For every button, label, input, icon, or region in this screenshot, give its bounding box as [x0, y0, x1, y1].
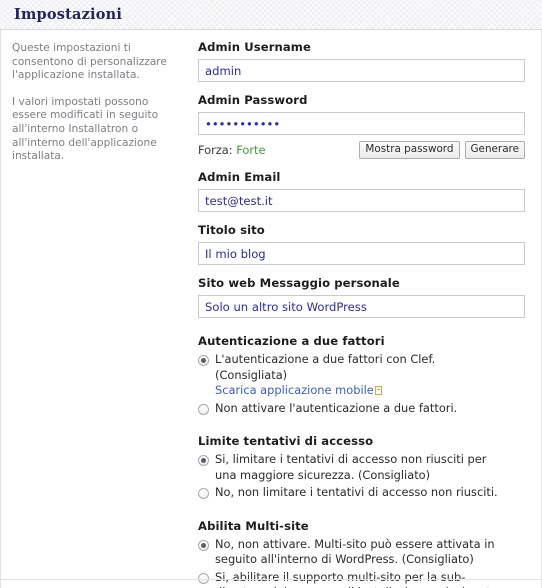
two-factor-label: Autenticazione a due fattori: [198, 334, 385, 348]
radio-icon[interactable]: [198, 539, 209, 551]
show-password-button[interactable]: Mostra password: [359, 141, 460, 159]
site-title-label: Titolo sito: [198, 223, 265, 237]
login-limit-option-yes[interactable]: Si, limitare i tentativi di accesso non …: [198, 452, 525, 483]
two-factor-option-disabled[interactable]: Non attivare l'autenticazione a due fatt…: [198, 401, 525, 417]
radio-icon[interactable]: [198, 355, 209, 366]
panel-body: Queste impostazioni ti consentono di per…: [0, 30, 542, 588]
password-strength: Forza: Forte: [198, 143, 266, 157]
login-limit-label: Limite tentativi di accesso: [198, 434, 374, 448]
broken-image-icon: [374, 386, 382, 395]
site-tagline-input[interactable]: [198, 295, 525, 318]
download-mobile-app-link-text: Scarica applicazione mobile: [215, 383, 374, 397]
two-factor-option-clef[interactable]: L'autenticazione a due fattori con Clef.…: [198, 352, 525, 399]
download-mobile-app-link[interactable]: Scarica applicazione mobile: [215, 383, 507, 399]
admin-email-label: Admin Email: [198, 170, 281, 184]
password-strength-label: Forza:: [198, 143, 233, 157]
two-factor-option-disabled-text: Non attivare l'autenticazione a due fatt…: [215, 400, 458, 415]
password-buttons: Mostra password Generare: [359, 141, 525, 159]
password-strength-row: Forza: Forte Mostra password Generare: [198, 141, 525, 159]
settings-panel: Impostazioni Queste impostazioni ti cons…: [0, 0, 542, 588]
multisite-label: Abilita Multi-site: [198, 518, 309, 533]
admin-username-label: Admin Username: [198, 40, 311, 54]
settings-form: Admin Username Admin Password Forza: For…: [190, 30, 541, 588]
admin-email-input[interactable]: [198, 189, 525, 212]
admin-username-input[interactable]: [198, 59, 525, 82]
sidebar-paragraph-2: I valori impostati possono essere modifi…: [12, 95, 159, 163]
sidebar-description: Queste impostazioni ti consentono di per…: [1, 30, 190, 177]
radio-icon[interactable]: [198, 403, 209, 415]
site-tagline-label: Sito web Messaggio personale: [198, 276, 400, 290]
radio-icon[interactable]: [198, 455, 209, 466]
password-strength-value: Forte: [236, 143, 266, 157]
multisite-option-no-text: No, non attivare. Multi-sito può essere …: [215, 536, 495, 567]
panel-header: Impostazioni: [0, 0, 542, 30]
generate-password-button[interactable]: Generare: [464, 141, 525, 159]
page-title: Impostazioni: [14, 6, 123, 23]
admin-password-input[interactable]: [198, 112, 525, 135]
admin-password-label: Admin Password: [198, 93, 308, 107]
radio-icon[interactable]: [198, 572, 209, 584]
bottom-divider: [1, 579, 541, 580]
site-title-input[interactable]: [198, 242, 525, 265]
radio-icon[interactable]: [198, 488, 209, 499]
login-limit-option-no[interactable]: No, non limitare i tentativi di accesso …: [198, 485, 525, 501]
login-limit-option-yes-text: Si, limitare i tentativi di accesso non …: [215, 452, 487, 482]
sidebar-paragraph-1: Queste impostazioni ti consentono di per…: [12, 42, 167, 82]
multisite-option-no[interactable]: No, non attivare. Multi-sito può essere …: [198, 537, 525, 568]
two-factor-option-clef-text: L'autenticazione a due fattori con Clef.…: [215, 352, 436, 382]
login-limit-option-no-text: No, non limitare i tentativi di accesso …: [215, 485, 498, 499]
